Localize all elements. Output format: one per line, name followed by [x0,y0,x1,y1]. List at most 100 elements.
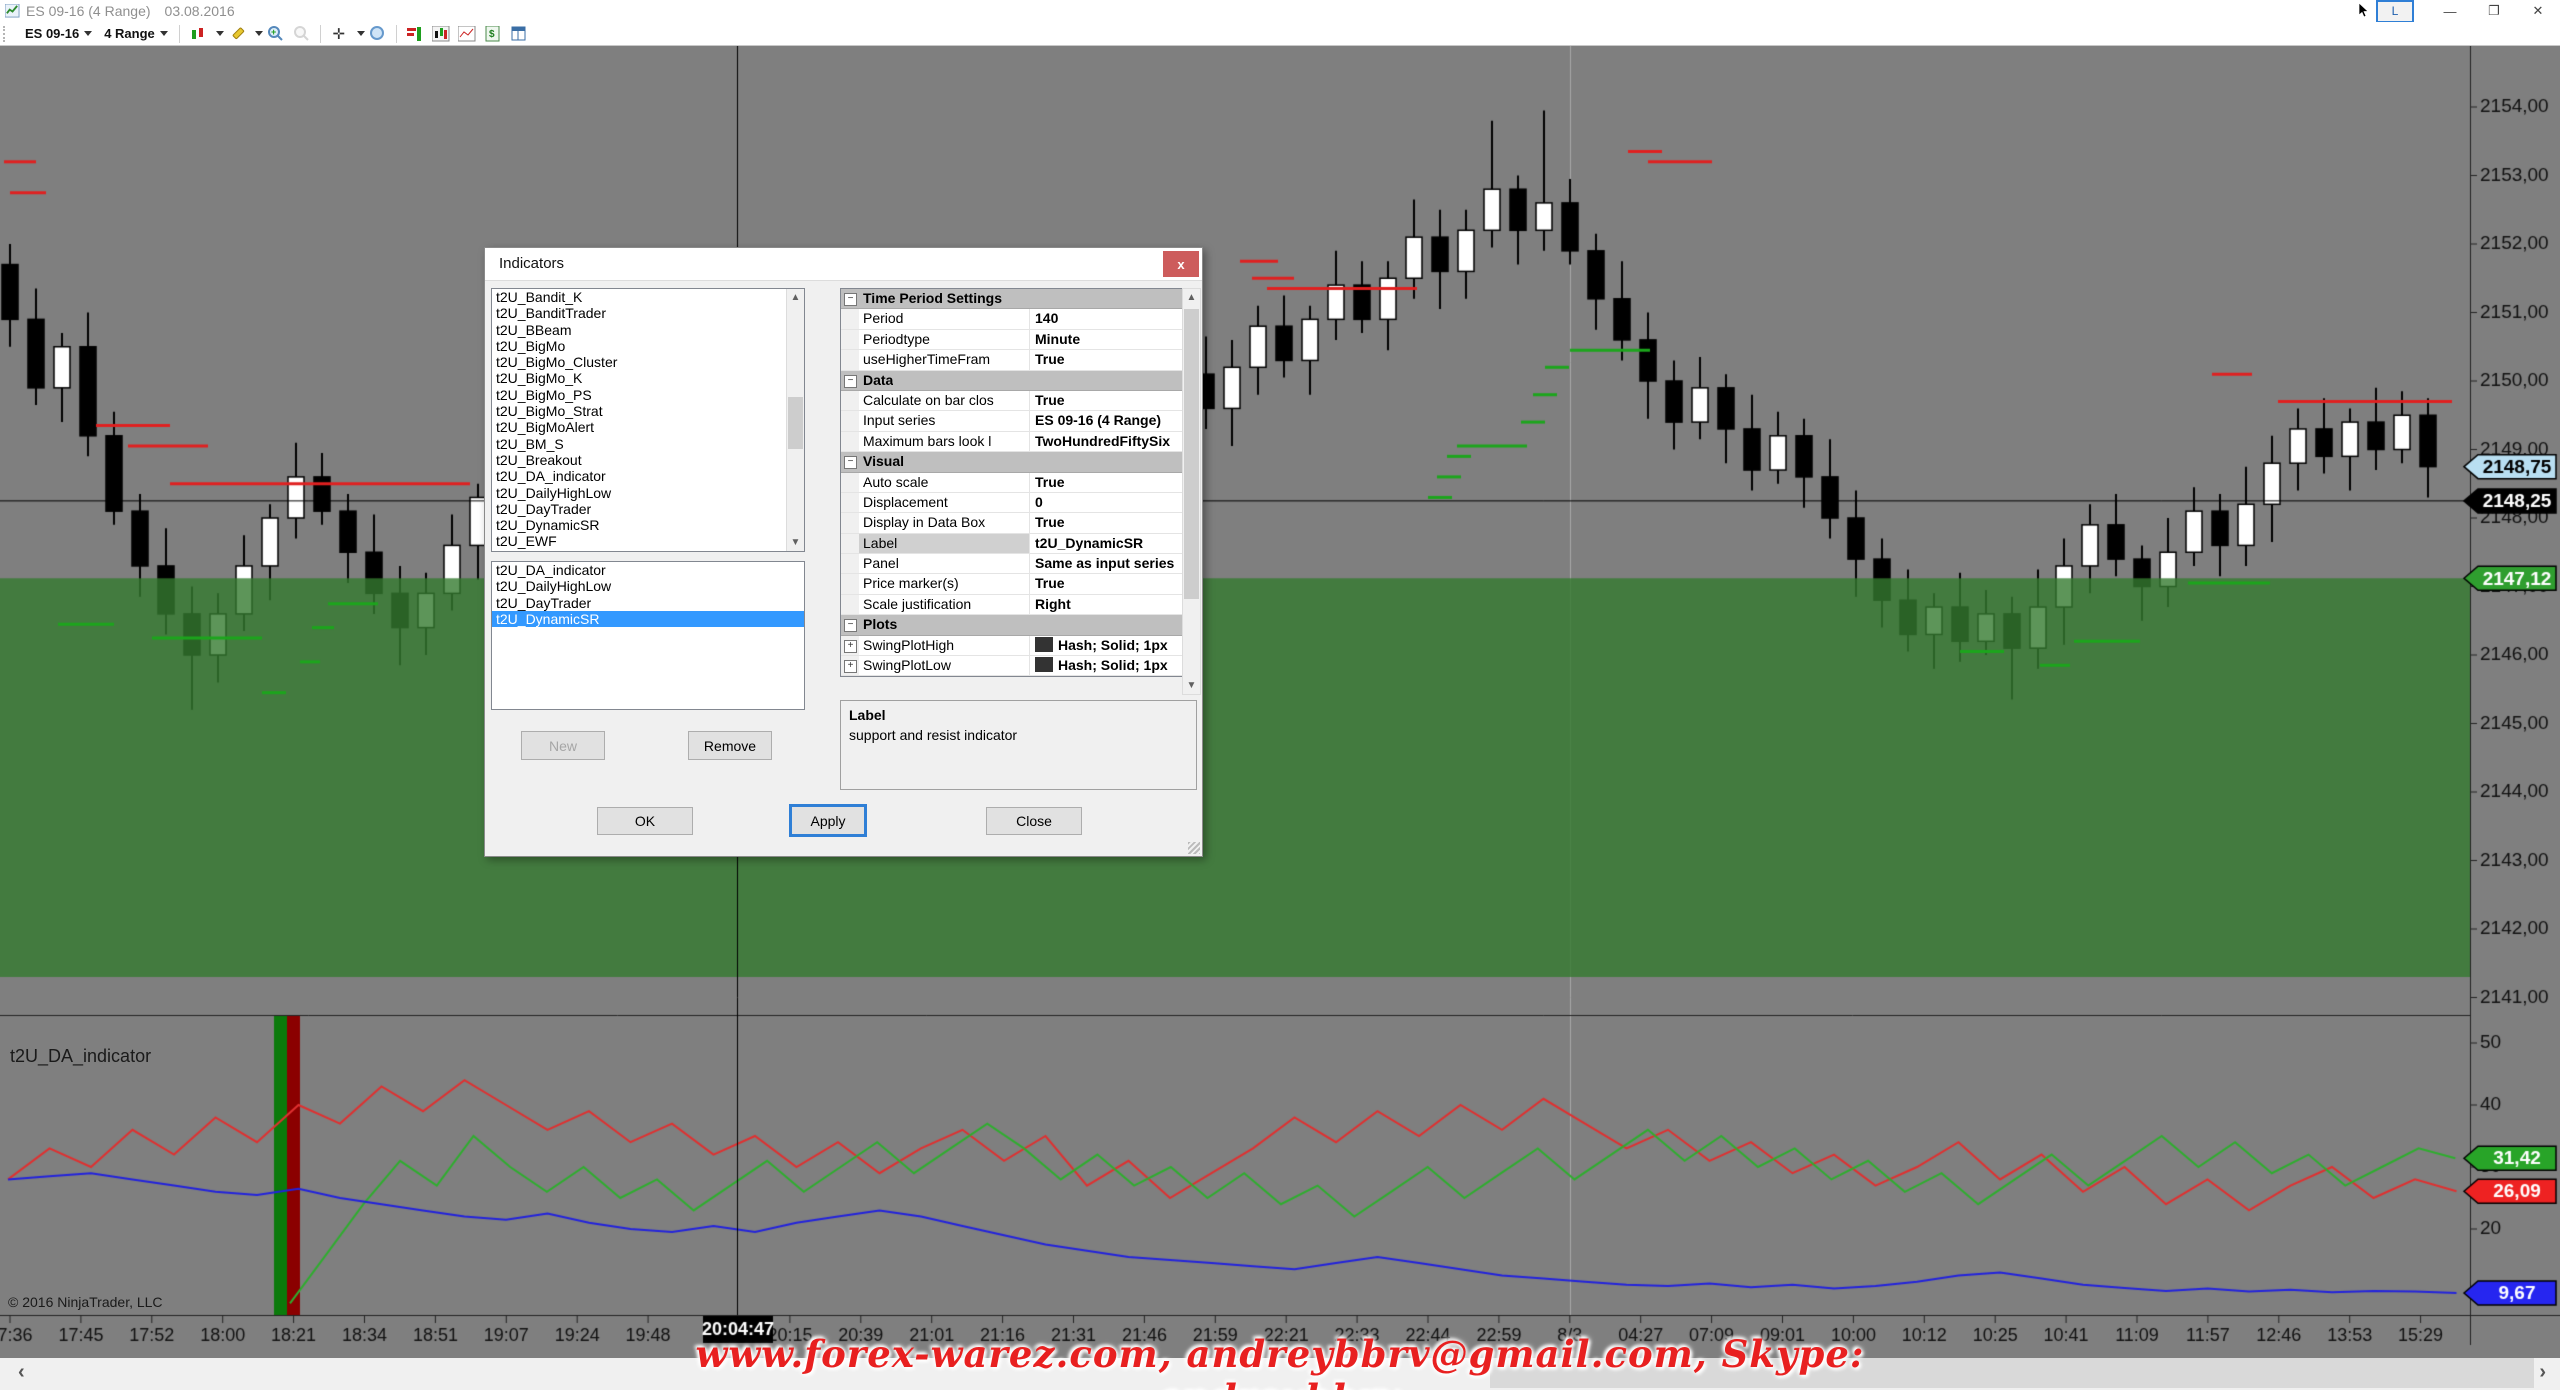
market-analyzer-icon[interactable] [405,25,425,43]
magnify-region-icon[interactable] [368,25,388,43]
list-item[interactable]: t2U_BigMo_Cluster [492,354,804,370]
list-item[interactable]: t2U_Bandit_K [492,289,804,305]
list-item[interactable]: t2U_BM_S [492,436,804,452]
property-group-row[interactable]: −Time Period Settings [841,289,1183,309]
list-item[interactable]: t2U_BigMo [492,338,804,354]
title-bar: ES 09-16 (4 Range) 03.08.2016 L ― ❐ ✕ [0,0,2560,22]
property-description-box: Label support and resist indicator [840,700,1197,790]
list-item[interactable]: t2U_DA_indicator [492,468,804,484]
available-indicators-list[interactable]: t2U_Bandit_Kt2U_BanditTradert2U_BBeamt2U… [491,288,805,552]
period-dropdown[interactable]: 4 Range [104,26,168,41]
list-item[interactable]: t2U_BigMo_PS [492,387,804,403]
property-row[interactable]: +SwingPlotHighHash; Solid; 1px [841,636,1183,656]
list-scrollbar[interactable]: ▲ ▼ [786,289,804,551]
window-date: 03.08.2016 [165,3,235,19]
list-item[interactable]: t2U_DayTrader [492,595,804,611]
dialog-title-bar[interactable]: Indicators x [485,248,1202,281]
ok-button[interactable]: OK [597,807,693,835]
indicators-dialog: Indicators x t2U_Bandit_Kt2U_BanditTrade… [484,247,1203,857]
strategy-chart-icon[interactable] [457,25,477,43]
list-item[interactable]: t2U_BigMo_K [492,370,804,386]
restore-button[interactable]: ❐ [2472,1,2516,21]
property-row[interactable]: Scale justificationRight [841,595,1183,615]
property-grid[interactable]: −Time Period SettingsPeriod140Periodtype… [840,288,1184,677]
list-item[interactable]: t2U_BBeam [492,322,804,338]
plot-style-icon [1035,637,1053,652]
property-row[interactable]: Maximum bars look lTwoHundredFiftySix [841,432,1183,452]
scroll-left-icon[interactable]: ‹ [18,1361,25,1384]
scroll-up-icon[interactable]: ▲ [787,289,804,306]
svg-text:$: $ [489,29,495,40]
property-row[interactable]: Displacement0 [841,493,1183,513]
mouse-cursor [2358,3,2370,19]
list-item[interactable]: t2U_BigMo_Strat [492,403,804,419]
indicator-panel-label: t2U_DA_indicator [10,1046,151,1067]
application-window: ES 09-16 (4 Range) 03.08.2016 L ― ❐ ✕ ES… [0,0,2560,1390]
property-row[interactable]: +SwingPlotLowHash; Solid; 1px [841,656,1183,676]
list-item[interactable]: t2U_BigMoAlert [492,419,804,435]
property-row[interactable]: useHigherTimeFramTrue [841,350,1183,370]
chart-window-icon[interactable] [431,25,451,43]
toolbar-grip[interactable] [3,26,13,42]
description-text: support and resist indicator [849,727,1188,743]
plot-style-icon [1035,657,1053,672]
dialog-close-button[interactable]: x [1163,251,1199,277]
scroll-up-icon[interactable]: ▲ [1183,289,1200,306]
list-item[interactable]: t2U_DynamicSR [492,517,804,533]
property-row[interactable]: Input seriesES 09-16 (4 Range) [841,411,1183,431]
chevron-down-icon [160,31,168,36]
link-button[interactable]: L [2376,0,2414,23]
property-row[interactable]: Display in Data BoxTrue [841,513,1183,533]
zoom-out-icon[interactable] [292,25,312,43]
draw-pencil-icon[interactable] [227,25,247,43]
list-item[interactable]: t2U_Breakout [492,452,804,468]
chevron-down-icon [84,31,92,36]
data-box-icon[interactable] [509,25,529,43]
property-row[interactable]: PanelSame as input series [841,554,1183,574]
close-button[interactable]: Close [986,807,1082,835]
close-window-button[interactable]: ✕ [2516,1,2560,21]
chevron-down-icon[interactable] [255,31,263,36]
dialog-title: Indicators [499,255,564,272]
instrument-dropdown[interactable]: ES 09-16 [25,26,92,41]
scroll-down-icon[interactable]: ▼ [1183,677,1200,694]
account-data-icon[interactable]: $ [483,25,503,43]
property-group-row[interactable]: −Visual [841,452,1183,472]
minimize-button[interactable]: ― [2428,1,2472,21]
list-item[interactable]: t2U_BanditTrader [492,305,804,321]
property-grid-scrollbar[interactable]: ▲ ▼ [1182,288,1201,695]
property-row[interactable]: Calculate on bar closTrue [841,391,1183,411]
dialog-resize-grip[interactable] [1188,842,1200,854]
apply-button[interactable]: Apply [791,806,865,835]
description-title: Label [849,707,1188,723]
property-row[interactable]: Auto scaleTrue [841,473,1183,493]
zoom-in-icon[interactable]: + [266,25,286,43]
chevron-down-icon[interactable] [216,31,224,36]
property-group-row[interactable]: −Plots [841,615,1183,635]
list-item[interactable]: t2U_DailyHighLow [492,485,804,501]
list-item[interactable]: t2U_DynamicSR [492,611,804,627]
window-title: ES 09-16 (4 Range) [26,3,151,19]
chart-canvas[interactable] [0,45,2560,1358]
property-row[interactable]: Period140 [841,309,1183,329]
scroll-right-icon[interactable]: › [2539,1361,2546,1384]
watermark-text: www.forex-warez.com, andreybbrv@gmail.co… [580,1332,1980,1390]
chart-toolbar: ES 09-16 4 Range + ✛ [0,22,2560,46]
list-item[interactable]: t2U_DayTrader [492,501,804,517]
new-button[interactable]: New [521,731,605,760]
copyright-text: © 2016 NinjaTrader, LLC [8,1294,163,1310]
crosshair-icon[interactable]: ✛ [329,25,349,43]
list-item[interactable]: t2U_DailyHighLow [492,578,804,594]
property-row[interactable]: Price marker(s)True [841,574,1183,594]
scroll-down-icon[interactable]: ▼ [787,534,804,551]
applied-indicators-list[interactable]: t2U_DA_indicatort2U_DailyHighLowt2U_DayT… [491,561,805,710]
svg-text:+: + [271,27,276,37]
chevron-down-icon[interactable] [357,31,365,36]
property-row[interactable]: Labelt2U_DynamicSR [841,534,1183,554]
remove-button[interactable]: Remove [688,731,772,760]
list-item[interactable]: t2U_DA_indicator [492,562,804,578]
property-row[interactable]: PeriodtypeMinute [841,330,1183,350]
property-group-row[interactable]: −Data [841,371,1183,391]
chart-style-icon[interactable] [188,25,208,43]
list-item[interactable]: t2U_EWF [492,533,804,549]
